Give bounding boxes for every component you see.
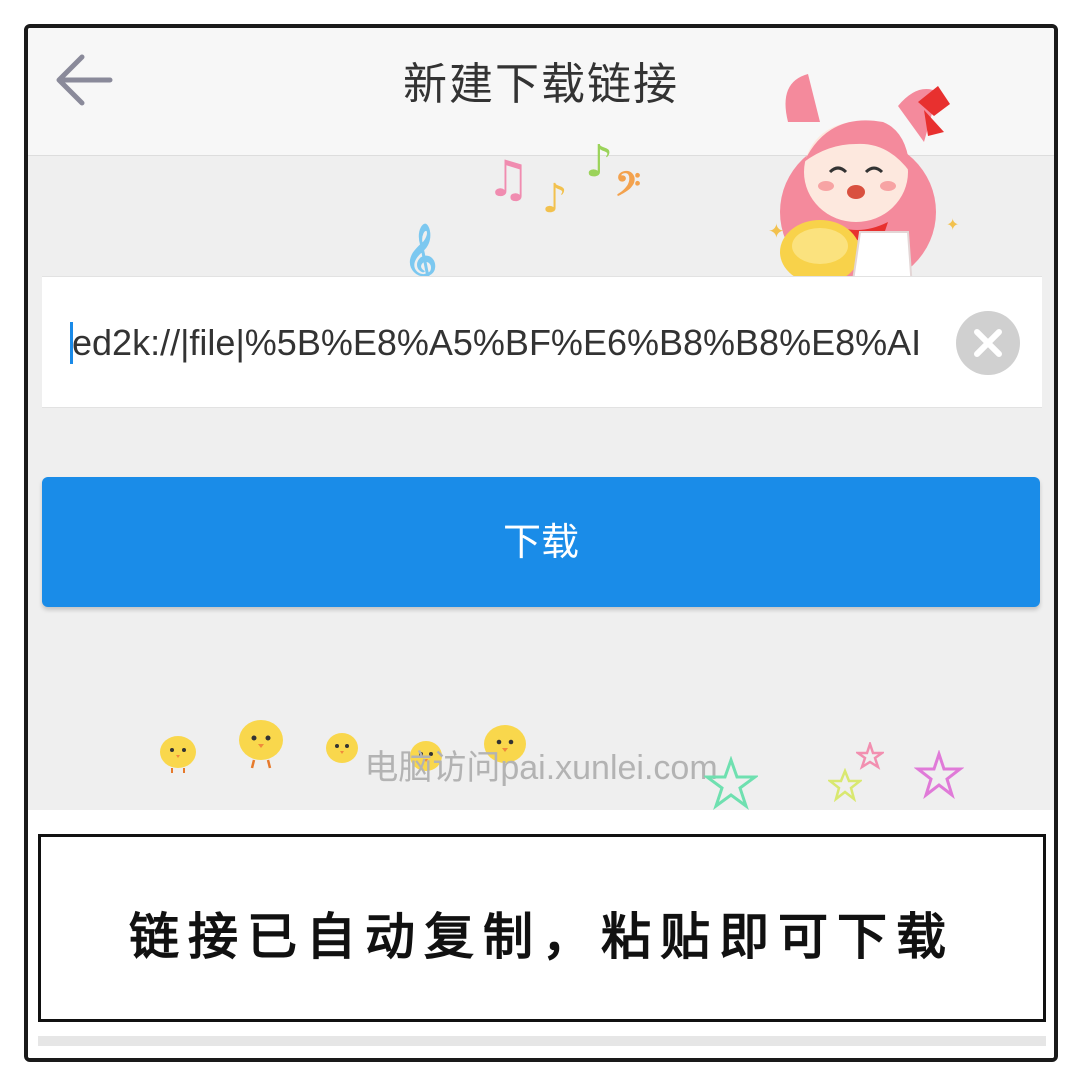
caption-bottom-bar: [38, 1036, 1046, 1046]
download-button[interactable]: 下载: [42, 477, 1040, 607]
page-title: 新建下载链接: [403, 59, 679, 110]
url-input-container[interactable]: [42, 276, 1042, 408]
bass-clef-icon: 𝄢: [615, 166, 641, 212]
caption-text: 链接已自动复制，粘贴即可下载: [129, 908, 955, 966]
url-input[interactable]: [72, 313, 934, 373]
svg-text:✦: ✦: [768, 219, 785, 243]
screenshot-frame: 新建下载链接 ♫ ♪ ♪ 𝄢 𝄞 ✦ ✦ 下载: [24, 24, 1058, 1062]
music-note-yellow: ♪: [542, 176, 568, 222]
music-note-green: ♪: [585, 136, 614, 187]
caption-area: 链接已自动复制，粘贴即可下载: [28, 810, 1054, 1058]
music-note-pink: ♫: [486, 150, 531, 208]
pc-access-link[interactable]: 电脑访问pai.xunlei.com: [28, 740, 1054, 789]
svg-text:✦: ✦: [946, 215, 959, 234]
caption-box: 链接已自动复制，粘贴即可下载: [38, 834, 1046, 1022]
top-bar: 新建下载链接: [28, 28, 1054, 156]
clear-button[interactable]: [956, 311, 1020, 375]
clear-circle-icon: [974, 329, 1002, 357]
